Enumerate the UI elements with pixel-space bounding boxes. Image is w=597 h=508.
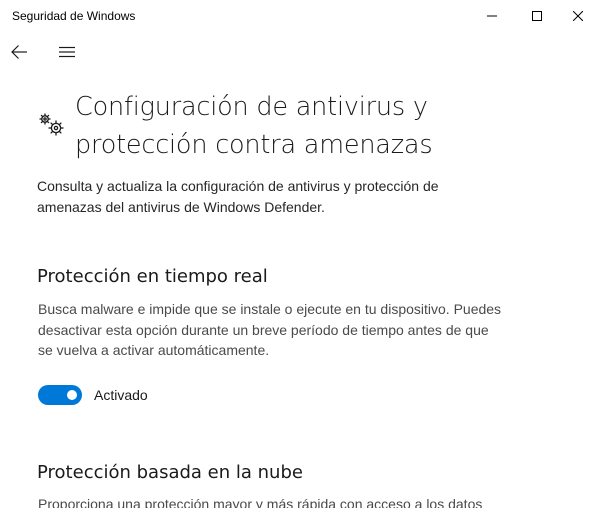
minimize-button[interactable] bbox=[469, 0, 515, 32]
back-button[interactable] bbox=[3, 34, 35, 70]
gears-icon bbox=[38, 112, 66, 140]
cloud-protection-description: Proporciona una protección mayor y más r… bbox=[38, 494, 538, 508]
realtime-protection-toggle[interactable] bbox=[38, 385, 82, 405]
page-description-line-2: amenazas del antivirus de Windows Defend… bbox=[37, 198, 325, 215]
page-title-line-2: protección contra amenazas bbox=[75, 130, 433, 160]
windows-security-window: Seguridad de Windows Configuración de an… bbox=[0, 0, 597, 508]
page-description-line-1: Consulta y actualiza la configuración de… bbox=[37, 178, 439, 194]
hamburger-menu-icon bbox=[59, 46, 75, 58]
page-description: Consulta y actualiza la configuración de… bbox=[37, 176, 537, 217]
cloud-description-line-1: Proporciona una protección mayor y más r… bbox=[38, 496, 483, 508]
maximize-icon bbox=[532, 11, 542, 21]
realtime-protection-description: Busca malware e impide que se instale o … bbox=[38, 299, 538, 361]
back-arrow-icon bbox=[11, 45, 27, 59]
realtime-description-line-1: Busca malware e impide que se instale o … bbox=[38, 301, 502, 317]
cloud-protection-title: Protección basada en la nube bbox=[37, 462, 303, 483]
realtime-toggle-label: Activado bbox=[94, 387, 148, 403]
page-title-line-1: Configuración de antivirus y bbox=[75, 92, 428, 122]
title-bar: Seguridad de Windows bbox=[0, 0, 597, 32]
navigation-bar bbox=[0, 32, 597, 72]
realtime-toggle-row: Activado bbox=[38, 384, 148, 406]
maximize-button[interactable] bbox=[514, 0, 560, 32]
toggle-knob bbox=[67, 390, 77, 400]
realtime-protection-title: Protección en tiempo real bbox=[37, 266, 268, 287]
close-icon bbox=[573, 11, 583, 21]
minimize-icon bbox=[487, 15, 497, 17]
realtime-description-line-2: desactivar esta opción durante un breve … bbox=[38, 321, 489, 338]
page-title: Configuración de antivirus y protección … bbox=[75, 88, 555, 164]
realtime-description-line-3: se vuelva a activar automáticamente. bbox=[38, 342, 270, 358]
close-button[interactable] bbox=[559, 0, 597, 32]
app-title: Seguridad de Windows bbox=[12, 9, 136, 23]
menu-button[interactable] bbox=[51, 34, 83, 70]
